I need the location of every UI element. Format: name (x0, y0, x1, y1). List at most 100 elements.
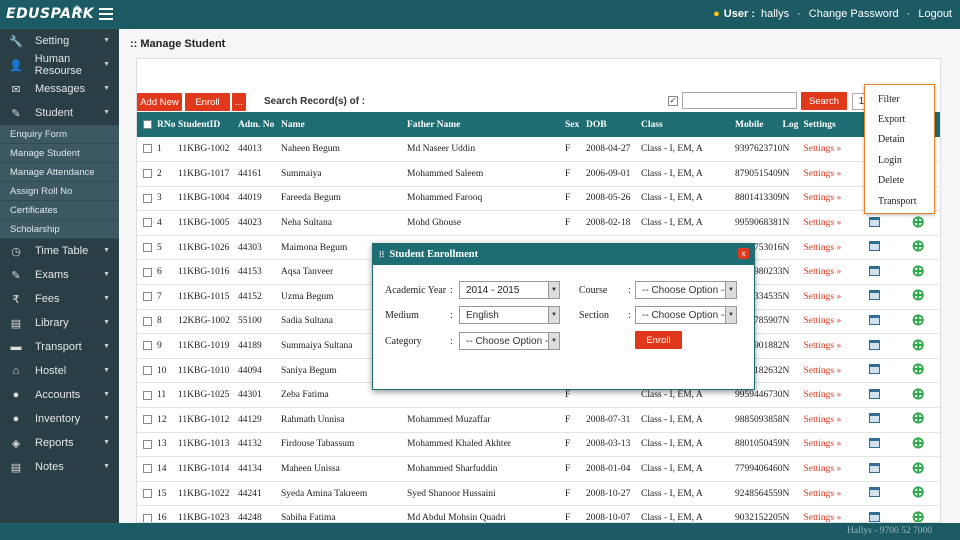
table-row[interactable]: 13 11KBG-1013 44132 Firdouse Tabassum Mohamm… (137, 432, 940, 458)
menu-toggle-icon[interactable] (99, 8, 113, 21)
sidebar-item-time-table[interactable]: ◷ Time Table ▼ (0, 239, 119, 263)
settings-link[interactable]: Settings » (803, 161, 856, 187)
sidebar-subitem-assign-roll-no[interactable]: Assign Roll No (0, 182, 119, 201)
sidebar-item-library[interactable]: ▤ Library ▼ (0, 311, 119, 335)
dropdown-item-transport[interactable]: Transport (865, 191, 934, 211)
settings-link[interactable]: Settings » (803, 407, 856, 433)
add-icon[interactable]: ⊕ (912, 312, 925, 328)
sidebar-subitem-scholarship[interactable]: Scholarship (0, 220, 119, 239)
calendar-icon[interactable] (869, 216, 881, 227)
row-checkbox[interactable] (143, 169, 152, 179)
row-checkbox[interactable] (143, 415, 152, 425)
select-all-checkbox[interactable] (143, 119, 152, 129)
sidebar-subitem-certificates[interactable]: Certificates (0, 201, 119, 220)
table-row[interactable]: 2 11KBG-1017 44161 Summaiya Mohammed Saleem F… (137, 161, 940, 187)
modal-enroll-button[interactable]: Enroll (635, 331, 682, 349)
row-checkbox[interactable] (143, 144, 152, 154)
calendar-icon[interactable] (869, 462, 881, 473)
settings-link[interactable]: Settings » (803, 186, 856, 212)
settings-link[interactable]: Settings » (803, 456, 856, 482)
academic-year-select[interactable]: 2014 - 2015 ▼ (459, 281, 560, 299)
dropdown-item-login[interactable]: Login (865, 150, 934, 170)
sidebar-subitem-manage-student[interactable]: Manage Student (0, 144, 119, 163)
section-select[interactable]: -- Choose Option -- ▼ (635, 306, 737, 324)
table-row[interactable]: 3 11KBG-1004 44019 Fareeda Begum Mohammed Fa… (137, 186, 940, 212)
add-icon[interactable]: ⊕ (912, 411, 925, 427)
table-row[interactable]: 1 11KBG-1002 44013 Naheen Begum Md Naseer Ud… (137, 137, 940, 163)
sidebar-item-transport[interactable]: ▬ Transport ▼ (0, 335, 119, 359)
settings-link[interactable]: Settings » (803, 382, 856, 409)
sidebar-item-exams[interactable]: ✎ Exams ▼ (0, 263, 119, 287)
settings-link[interactable]: Settings » (803, 309, 856, 335)
search-checkbox[interactable]: ✓ (668, 96, 678, 106)
category-select[interactable]: -- Choose Option -- ▼ (459, 332, 560, 350)
enroll-button[interactable]: Enroll (185, 93, 230, 111)
search-button[interactable]: Search (801, 92, 847, 110)
row-checkbox[interactable] (143, 464, 152, 474)
settings-link[interactable]: Settings » (803, 358, 856, 384)
table-row[interactable]: 14 11KBG-1014 44134 Maheen Unissa Mohammed S… (137, 456, 940, 482)
add-icon[interactable]: ⊕ (912, 263, 925, 279)
table-row[interactable]: 12 11KBG-1012 44129 Rahmath Unnisa Mohammed … (137, 407, 940, 433)
add-icon[interactable]: ⊕ (912, 337, 925, 353)
add-icon[interactable]: ⊕ (912, 509, 925, 522)
row-checkbox[interactable] (143, 316, 152, 326)
calendar-icon[interactable] (869, 437, 881, 448)
row-checkbox[interactable] (143, 513, 152, 522)
settings-link[interactable]: Settings » (803, 259, 856, 286)
row-checkbox[interactable] (143, 488, 152, 498)
calendar-icon[interactable] (869, 511, 881, 522)
add-icon[interactable]: ⊕ (912, 485, 925, 501)
medium-select[interactable]: English ▼ (459, 306, 560, 324)
settings-link[interactable]: Settings » (803, 432, 856, 458)
drag-handle-icon[interactable]: ⁞⁞ (379, 250, 384, 259)
add-icon[interactable]: ⊕ (912, 239, 925, 255)
table-row[interactable]: 15 11KBG-1022 44241 Syeda Amina Takreem Syed… (137, 481, 940, 507)
calendar-icon[interactable] (869, 265, 881, 276)
add-new-button[interactable]: Add New (137, 93, 182, 111)
settings-link[interactable]: Settings » (803, 137, 856, 163)
add-icon[interactable]: ⊕ (912, 435, 925, 451)
row-checkbox[interactable] (143, 267, 152, 277)
dropdown-item-delete[interactable]: Delete (865, 171, 934, 191)
sidebar-item-fees[interactable]: ₹ Fees ▼ (0, 287, 119, 311)
sidebar-item-hostel[interactable]: ⌂ Hostel ▼ (0, 359, 119, 383)
settings-link[interactable]: Settings » (803, 481, 856, 507)
calendar-icon[interactable] (869, 364, 881, 375)
sidebar-item-accounts[interactable]: ● Accounts ▼ (0, 383, 119, 407)
sidebar-item-human-resourse[interactable]: 👤 Human Resourse ▼ (0, 53, 119, 77)
row-checkbox[interactable] (143, 390, 152, 400)
row-checkbox[interactable] (143, 218, 152, 228)
sidebar-subitem-enquiry-form[interactable]: Enquiry Form (0, 125, 119, 144)
add-icon[interactable]: ⊕ (912, 386, 925, 402)
calendar-icon[interactable] (869, 413, 881, 424)
settings-link[interactable]: Settings » (803, 333, 856, 359)
search-input[interactable] (682, 92, 797, 109)
settings-link[interactable]: Settings » (803, 235, 856, 261)
add-icon[interactable]: ⊕ (912, 288, 925, 304)
sidebar-item-notes[interactable]: ▤ Notes ▼ (0, 455, 119, 479)
row-checkbox[interactable] (143, 292, 152, 302)
dropdown-item-export[interactable]: Export (865, 109, 934, 129)
calendar-icon[interactable] (869, 388, 881, 399)
sidebar-item-inventory[interactable]: ● Inventory ▼ (0, 407, 119, 431)
row-checkbox[interactable] (143, 341, 152, 351)
row-checkbox[interactable] (143, 242, 152, 252)
sidebar-item-student[interactable]: ✎ Student ▼ (0, 101, 119, 125)
dropdown-item-filter[interactable]: Filter (865, 89, 934, 109)
table-row[interactable]: 16 11KBG-1023 44248 Sabiha Fatima Md Abdul M… (137, 505, 940, 522)
row-checkbox[interactable] (143, 365, 152, 375)
sidebar-item-messages[interactable]: ✉ Messages ▼ (0, 77, 119, 101)
close-icon[interactable]: x (738, 248, 749, 259)
change-password-link[interactable]: Change Password (809, 8, 899, 20)
more-button[interactable]: ... (232, 93, 246, 111)
sidebar-item-reports[interactable]: ◈ Reports ▼ (0, 431, 119, 455)
dropdown-item-detain[interactable]: Detain (865, 130, 934, 150)
row-checkbox[interactable] (143, 193, 152, 203)
settings-link[interactable]: Settings » (803, 505, 856, 522)
table-row[interactable]: 4 11KBG-1005 44023 Neha Sultana Mohd Ghouse F… (137, 210, 940, 236)
add-icon[interactable]: ⊕ (912, 214, 925, 230)
sidebar-subitem-manage-attendance[interactable]: Manage Attendance (0, 163, 119, 182)
course-select[interactable]: -- Choose Option -- ▼ (635, 281, 737, 299)
logout-link[interactable]: Logout (918, 8, 952, 20)
